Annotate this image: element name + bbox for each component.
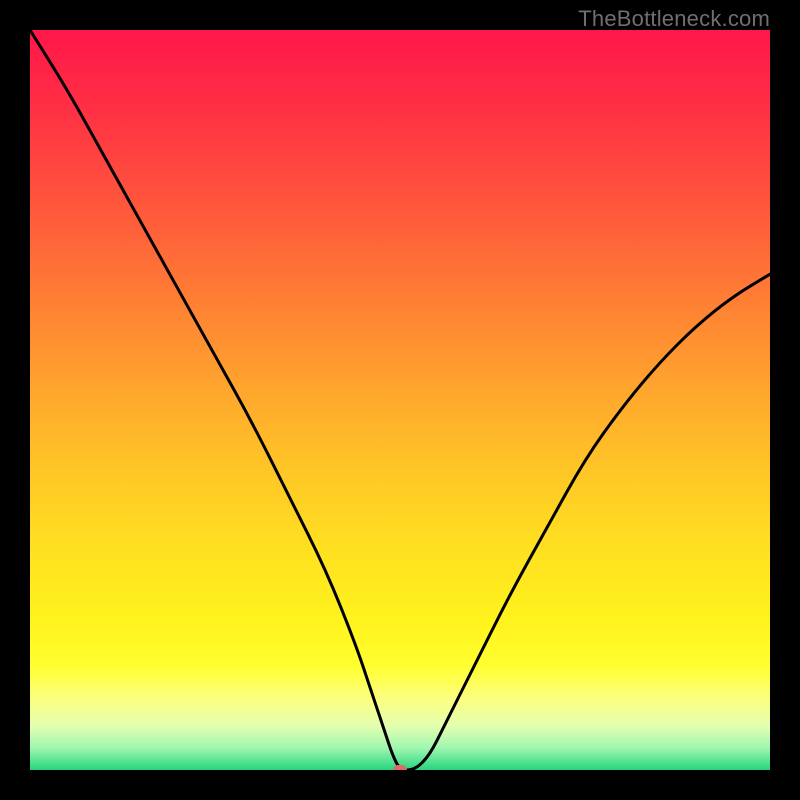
curve-layer (30, 30, 770, 770)
optimal-point-marker (393, 765, 407, 770)
chart-frame: TheBottleneck.com (0, 0, 800, 800)
watermark-text: TheBottleneck.com (578, 6, 770, 32)
bottleneck-curve-path (30, 30, 770, 770)
plot-area (30, 30, 770, 770)
